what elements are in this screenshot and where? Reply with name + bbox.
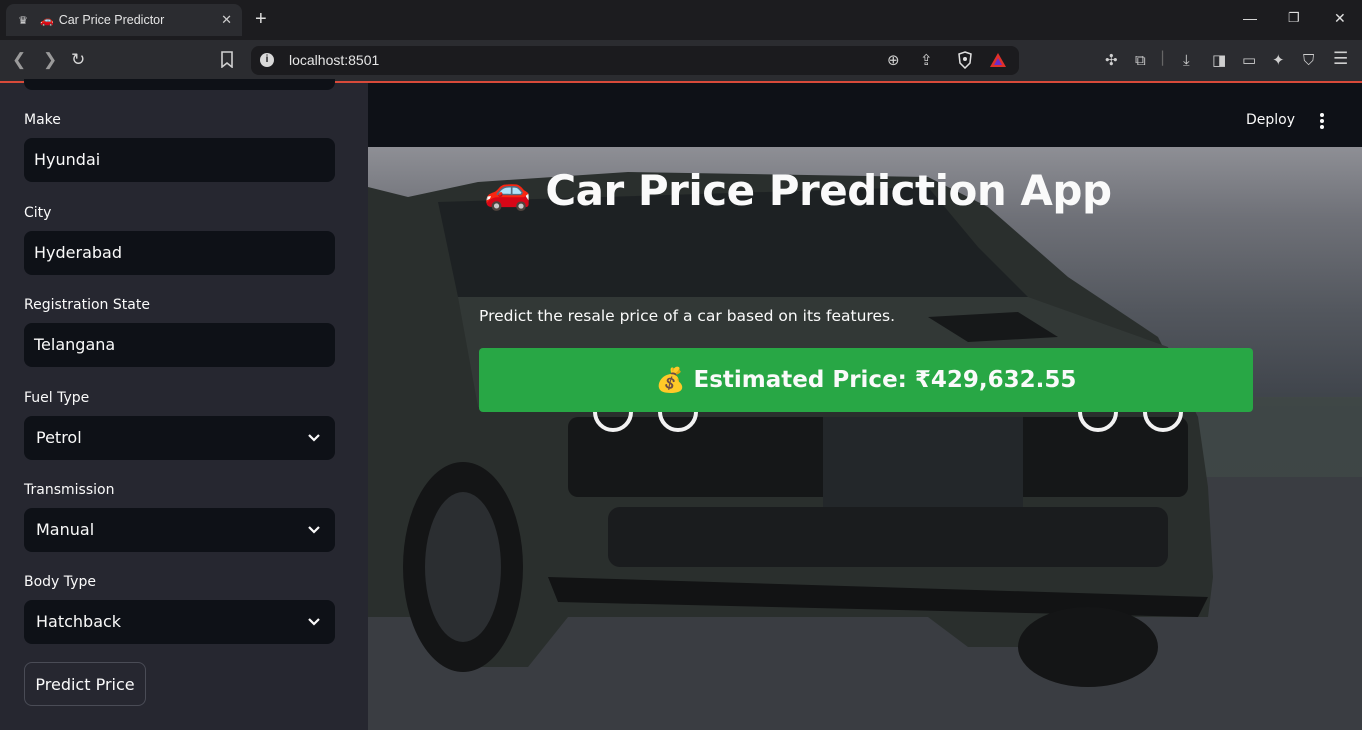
download-icon[interactable]: ⤓	[1183, 51, 1190, 69]
body-type-value: Hatchback	[36, 612, 122, 631]
fuel-type-value: Petrol	[36, 428, 82, 447]
body-type-label: Body Type	[24, 574, 96, 590]
address-bar[interactable]: i localhost:8501 ⊕ ⇪	[251, 46, 1019, 75]
minimize-icon[interactable]: —	[1243, 10, 1257, 26]
sidebar: Make Hyundai City Hyderabad Registration…	[0, 79, 368, 730]
tab-close-icon[interactable]: ✕	[221, 12, 232, 28]
previous-field-stub[interactable]	[24, 79, 335, 90]
make-label: Make	[24, 112, 61, 128]
page-subtitle: Predict the resale price of a car based …	[479, 307, 896, 325]
brave-shield-icon[interactable]	[957, 51, 973, 73]
body-type-select[interactable]: Hatchback	[24, 600, 335, 644]
car-emoji-icon: 🚗	[40, 13, 54, 27]
tab-title: Car Price Predictor	[58, 13, 165, 27]
car-illustration	[368, 172, 1362, 730]
extensions-icon[interactable]: ✣	[1105, 51, 1118, 69]
page-title: 🚗 Car Price Prediction App	[484, 166, 1112, 215]
estimated-price-banner: 💰 Estimated Price: ₹429,632.55	[479, 348, 1253, 412]
registration-state-input[interactable]: Telangana	[24, 323, 335, 367]
restore-icon[interactable]: ❐	[1288, 10, 1300, 26]
brave-rewards-icon[interactable]	[989, 52, 1007, 72]
window-close-icon[interactable]: ✕	[1334, 10, 1346, 27]
sidebar-icon[interactable]: ◨	[1212, 51, 1226, 69]
make-input[interactable]: Hyundai	[24, 138, 335, 182]
streamlit-crown-icon: ♛	[18, 13, 28, 27]
page-title-text: Car Price Prediction App	[545, 166, 1112, 215]
share-icon[interactable]: ⇪	[920, 51, 933, 69]
browser-tab[interactable]: ♛ 🚗 Car Price Predictor ✕	[6, 4, 242, 36]
estimated-price-text: Estimated Price: ₹429,632.55	[693, 367, 1077, 393]
money-bag-icon: 💰	[655, 366, 686, 394]
chevron-down-icon	[308, 618, 320, 626]
predict-price-button[interactable]: Predict Price	[24, 662, 146, 706]
zoom-icon[interactable]: ⊕	[887, 51, 900, 69]
fuel-type-select[interactable]: Petrol	[24, 416, 335, 460]
leo-icon[interactable]: ✦	[1272, 51, 1285, 69]
back-icon[interactable]: ❮	[12, 50, 26, 70]
chevron-down-icon	[308, 526, 320, 534]
city-input[interactable]: Hyderabad	[24, 231, 335, 275]
hero-background-car-image	[368, 147, 1362, 730]
transmission-label: Transmission	[24, 482, 115, 498]
more-options-icon[interactable]	[1318, 113, 1326, 129]
transmission-value: Manual	[36, 520, 95, 539]
bookmark-icon[interactable]	[220, 51, 234, 72]
registration-state-label: Registration State	[24, 297, 150, 313]
city-label: City	[24, 205, 52, 221]
chevron-down-icon	[308, 434, 320, 442]
deploy-button[interactable]: Deploy	[1246, 112, 1295, 128]
reload-icon[interactable]: ↻	[71, 50, 85, 70]
main-content: Deploy 🚗 Car Price Prediction App Predic…	[368, 83, 1362, 730]
site-info-icon[interactable]: i	[260, 53, 274, 67]
registration-state-value: Telangana	[34, 335, 116, 354]
city-value: Hyderabad	[34, 243, 122, 262]
make-value: Hyundai	[34, 150, 101, 169]
transmission-select[interactable]: Manual	[24, 508, 335, 552]
vpn-icon[interactable]: ⛉	[1303, 51, 1314, 69]
screenshot-icon[interactable]: ⧉	[1135, 51, 1146, 69]
menu-icon[interactable]: ☰	[1333, 49, 1348, 69]
wallet-icon[interactable]: ▭	[1242, 51, 1256, 69]
forward-icon[interactable]: ❯	[43, 50, 57, 70]
car-emoji-icon: 🚗	[484, 168, 532, 212]
fuel-type-label: Fuel Type	[24, 390, 90, 406]
url-text: localhost:8501	[289, 52, 380, 68]
tab-strip: ♛ 🚗 Car Price Predictor ✕ + — ❐ ✕	[0, 0, 1362, 40]
toolbar-divider: |	[1160, 48, 1166, 66]
new-tab-button[interactable]: +	[255, 9, 267, 29]
